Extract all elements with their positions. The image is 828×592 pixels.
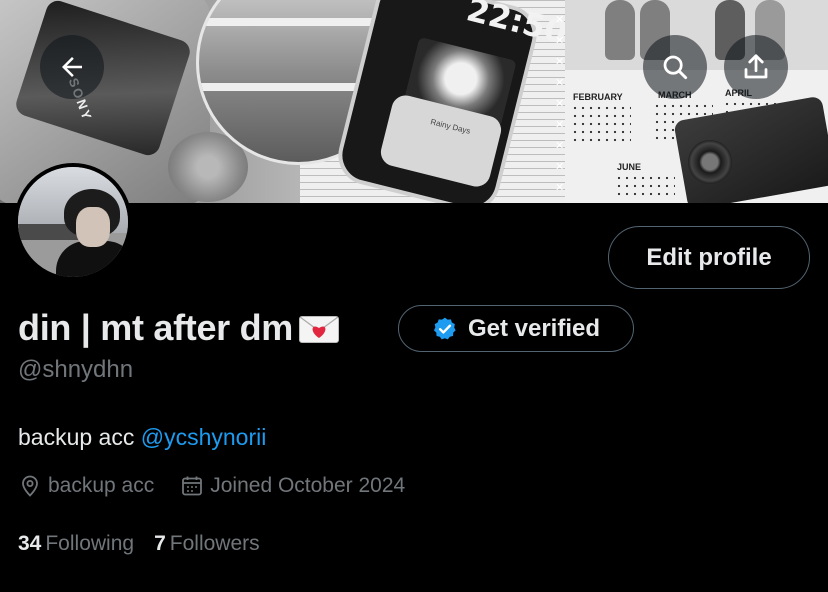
edit-profile-button[interactable]: Edit profile: [608, 226, 810, 289]
back-button[interactable]: [40, 35, 104, 99]
envelope-heart-icon: [297, 313, 343, 345]
search-icon: [663, 55, 688, 80]
joined-item: Joined October 2024: [180, 474, 405, 498]
location-pin-icon: [22, 475, 38, 497]
following-count: 34: [18, 532, 42, 555]
bio-mention-link[interactable]: @ycshynorii: [141, 424, 267, 450]
get-verified-button[interactable]: Get verified: [398, 305, 634, 352]
share-button[interactable]: [724, 35, 788, 99]
arrow-left-icon: [62, 57, 82, 77]
joined-date: Joined October 2024: [210, 474, 406, 497]
display-name: din | mt after dm: [18, 307, 293, 348]
bio-text: backup acc: [18, 424, 141, 450]
location-item: backup acc: [18, 474, 154, 498]
location-text: backup acc: [48, 474, 155, 497]
followers-count: 7: [154, 532, 166, 555]
user-handle: @shnydhn: [18, 356, 134, 383]
follow-stats: 34 Following 7 Followers: [18, 532, 280, 556]
followers-label: Followers: [169, 532, 260, 555]
bio: backup acc @ycshynorii: [18, 424, 266, 451]
followers-link[interactable]: 7 Followers: [154, 532, 260, 556]
banner-x-marks: ✕ ✕ ✕ ✕ ✕ ✕ ✕ ✕ ✕: [555, 14, 565, 194]
calendar-icon: [182, 476, 203, 496]
search-button[interactable]: [643, 35, 707, 99]
banner-camcorder-lens: [688, 140, 732, 184]
share-upload-icon: [744, 54, 768, 79]
following-label: Following: [45, 532, 135, 555]
display-name-row: din | mt after dm: [18, 300, 343, 356]
avatar[interactable]: [14, 163, 132, 281]
following-link[interactable]: 34 Following: [18, 532, 134, 556]
verified-badge-icon: [433, 317, 456, 339]
get-verified-label: Get verified: [467, 314, 601, 342]
profile-meta: backup acc Joined October 2024: [18, 474, 431, 498]
